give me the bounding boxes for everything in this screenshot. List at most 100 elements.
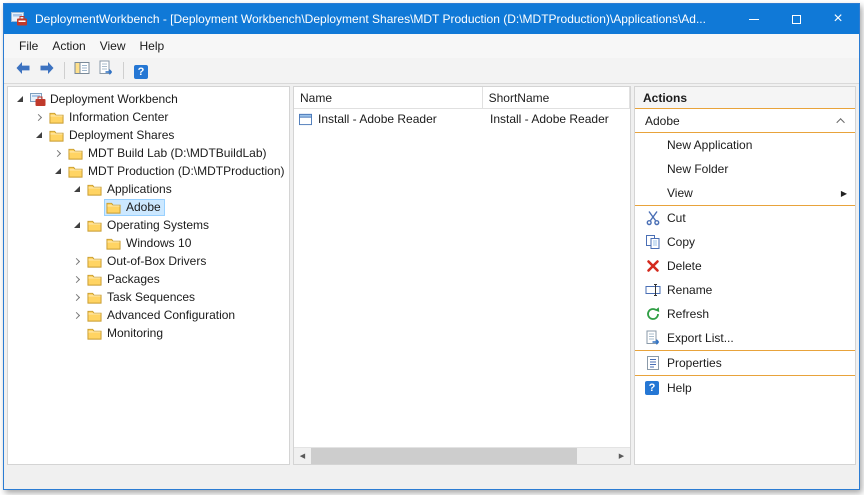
folder-icon: [106, 201, 122, 214]
scroll-left-button[interactable]: ◀: [294, 448, 311, 464]
action-item-cut[interactable]: Cut: [635, 206, 855, 230]
action-item-label: Export List...: [667, 331, 734, 345]
list-row-install-adobe-reader[interactable]: Install - Adobe ReaderInstall - Adobe Re…: [294, 109, 630, 129]
tree-node[interactable]: Operating Systems: [85, 217, 213, 234]
title-bar[interactable]: DeploymentWorkbench - [Deployment Workbe…: [4, 4, 859, 34]
tree-item-mdt-build-lab-d-mdtbuildlab[interactable]: MDT Build Lab (D:\MDTBuildLab): [8, 144, 289, 162]
tree-node[interactable]: Out-of-Box Drivers: [85, 253, 210, 270]
expand-chevron-icon[interactable]: [69, 307, 85, 323]
actions-pane: Actions Adobe New ApplicationNew FolderV…: [634, 86, 856, 465]
collapse-chevron-icon[interactable]: [31, 127, 47, 143]
scroll-thumb[interactable]: [311, 448, 577, 464]
tree-item-packages[interactable]: Packages: [8, 270, 289, 288]
tree-item-label: Information Center: [69, 110, 168, 124]
tree-item-task-sequences[interactable]: Task Sequences: [8, 288, 289, 306]
tree-item-windows-10[interactable]: Windows 10: [8, 234, 289, 252]
actions-list: New ApplicationNew FolderView▶CutCopyDel…: [635, 133, 855, 464]
tree-node[interactable]: Information Center: [47, 109, 172, 126]
collapse-chevron-icon[interactable]: [12, 91, 28, 107]
expand-chevron-icon[interactable]: [69, 289, 85, 305]
menu-item-file[interactable]: File: [12, 36, 45, 56]
action-item-help[interactable]: ?Help: [635, 376, 855, 400]
tree-node[interactable]: Advanced Configuration: [85, 307, 239, 324]
tree-node[interactable]: Deployment Shares: [47, 127, 178, 144]
actions-pane-title: Actions: [635, 87, 855, 109]
status-bar: [4, 467, 859, 489]
scroll-track[interactable]: [311, 448, 613, 464]
list-header: NameShortName: [294, 87, 630, 109]
tree-item-operating-systems[interactable]: Operating Systems: [8, 216, 289, 234]
tree-node[interactable]: Monitoring: [85, 325, 167, 342]
maximize-button[interactable]: [775, 4, 817, 34]
action-item-rename[interactable]: Rename: [635, 278, 855, 302]
menu-item-help[interactable]: Help: [133, 36, 172, 56]
back-button[interactable]: [12, 60, 34, 82]
column-header-name[interactable]: Name: [294, 87, 483, 108]
tree-item-monitoring[interactable]: Monitoring: [8, 324, 289, 342]
tree-node[interactable]: Applications: [85, 181, 176, 198]
copy-icon: [645, 234, 667, 250]
expand-chevron-icon[interactable]: [50, 145, 66, 161]
tree-item-label: Out-of-Box Drivers: [107, 254, 206, 268]
tree-item-label: Applications: [107, 182, 172, 196]
collapse-chevron-icon[interactable]: [69, 217, 85, 233]
menu-item-action[interactable]: Action: [45, 36, 92, 56]
scroll-right-button[interactable]: ▶: [613, 448, 630, 464]
name-cell: Install - Adobe Reader: [294, 112, 486, 126]
tree-item-label: Windows 10: [126, 236, 191, 250]
tree-item-deployment-workbench[interactable]: Deployment Workbench: [8, 90, 289, 108]
tree-item-advanced-configuration[interactable]: Advanced Configuration: [8, 306, 289, 324]
tree-item-applications[interactable]: Applications: [8, 180, 289, 198]
action-item-view[interactable]: View▶: [635, 181, 855, 205]
tree-node[interactable]: MDT Build Lab (D:\MDTBuildLab): [66, 145, 271, 162]
tree-item-label: Packages: [107, 272, 160, 286]
tree-item-deployment-shares[interactable]: Deployment Shares: [8, 126, 289, 144]
tree-node[interactable]: Deployment Workbench: [28, 91, 182, 108]
minimize-icon: [749, 19, 759, 20]
horizontal-scrollbar[interactable]: ◀ ▶: [294, 447, 630, 464]
content-area: Deployment Workbench Information Center De…: [4, 84, 859, 467]
tree-item-information-center[interactable]: Information Center: [8, 108, 289, 126]
collapse-chevron-icon[interactable]: [69, 181, 85, 197]
cell-text: Install - Adobe Reader: [318, 112, 437, 126]
tree-item-label: Deployment Workbench: [50, 92, 178, 106]
action-item-new-folder[interactable]: New Folder: [635, 157, 855, 181]
show-hide-console-tree-button[interactable]: [71, 60, 93, 82]
tree-item-label: Advanced Configuration: [107, 308, 235, 322]
action-group-adobe[interactable]: Adobe: [635, 109, 855, 133]
tree-node[interactable]: Windows 10: [104, 235, 195, 252]
action-item-refresh[interactable]: Refresh: [635, 302, 855, 326]
expander-spacer: [88, 199, 104, 215]
action-item-properties[interactable]: Properties: [635, 351, 855, 375]
expand-chevron-icon[interactable]: [31, 109, 47, 125]
tree-node[interactable]: MDT Production (D:\MDTProduction): [66, 163, 289, 180]
tree-item-adobe[interactable]: Adobe: [8, 198, 289, 216]
tree-node[interactable]: Task Sequences: [85, 289, 199, 306]
help-button[interactable]: ?: [130, 60, 152, 82]
tree-node[interactable]: Adobe: [104, 199, 165, 216]
delete-icon: [645, 258, 667, 274]
minimize-button[interactable]: [733, 4, 775, 34]
forward-button[interactable]: [36, 60, 58, 82]
tree-item-out-of-box-drivers[interactable]: Out-of-Box Drivers: [8, 252, 289, 270]
folder-icon: [87, 183, 103, 196]
expand-chevron-icon[interactable]: [69, 271, 85, 287]
export-page-icon: [98, 60, 114, 81]
tree-item-label: Deployment Shares: [69, 128, 174, 142]
menu-item-view[interactable]: View: [93, 36, 133, 56]
action-item-copy[interactable]: Copy: [635, 230, 855, 254]
tree-node[interactable]: Packages: [85, 271, 164, 288]
close-icon: ×: [833, 11, 842, 27]
collapse-group-icon[interactable]: [836, 118, 844, 126]
collapse-chevron-icon[interactable]: [50, 163, 66, 179]
column-header-shortname[interactable]: ShortName: [483, 87, 630, 108]
close-button[interactable]: ×: [817, 4, 859, 34]
window-title: DeploymentWorkbench - [Deployment Workbe…: [35, 12, 733, 26]
export-list-button[interactable]: [95, 60, 117, 82]
action-item-new-application[interactable]: New Application: [635, 133, 855, 157]
action-item-export-list[interactable]: Export List...: [635, 326, 855, 350]
action-item-delete[interactable]: Delete: [635, 254, 855, 278]
folder-icon: [87, 273, 103, 286]
tree-item-mdt-production-d-mdtproduction[interactable]: MDT Production (D:\MDTProduction): [8, 162, 289, 180]
expand-chevron-icon[interactable]: [69, 253, 85, 269]
